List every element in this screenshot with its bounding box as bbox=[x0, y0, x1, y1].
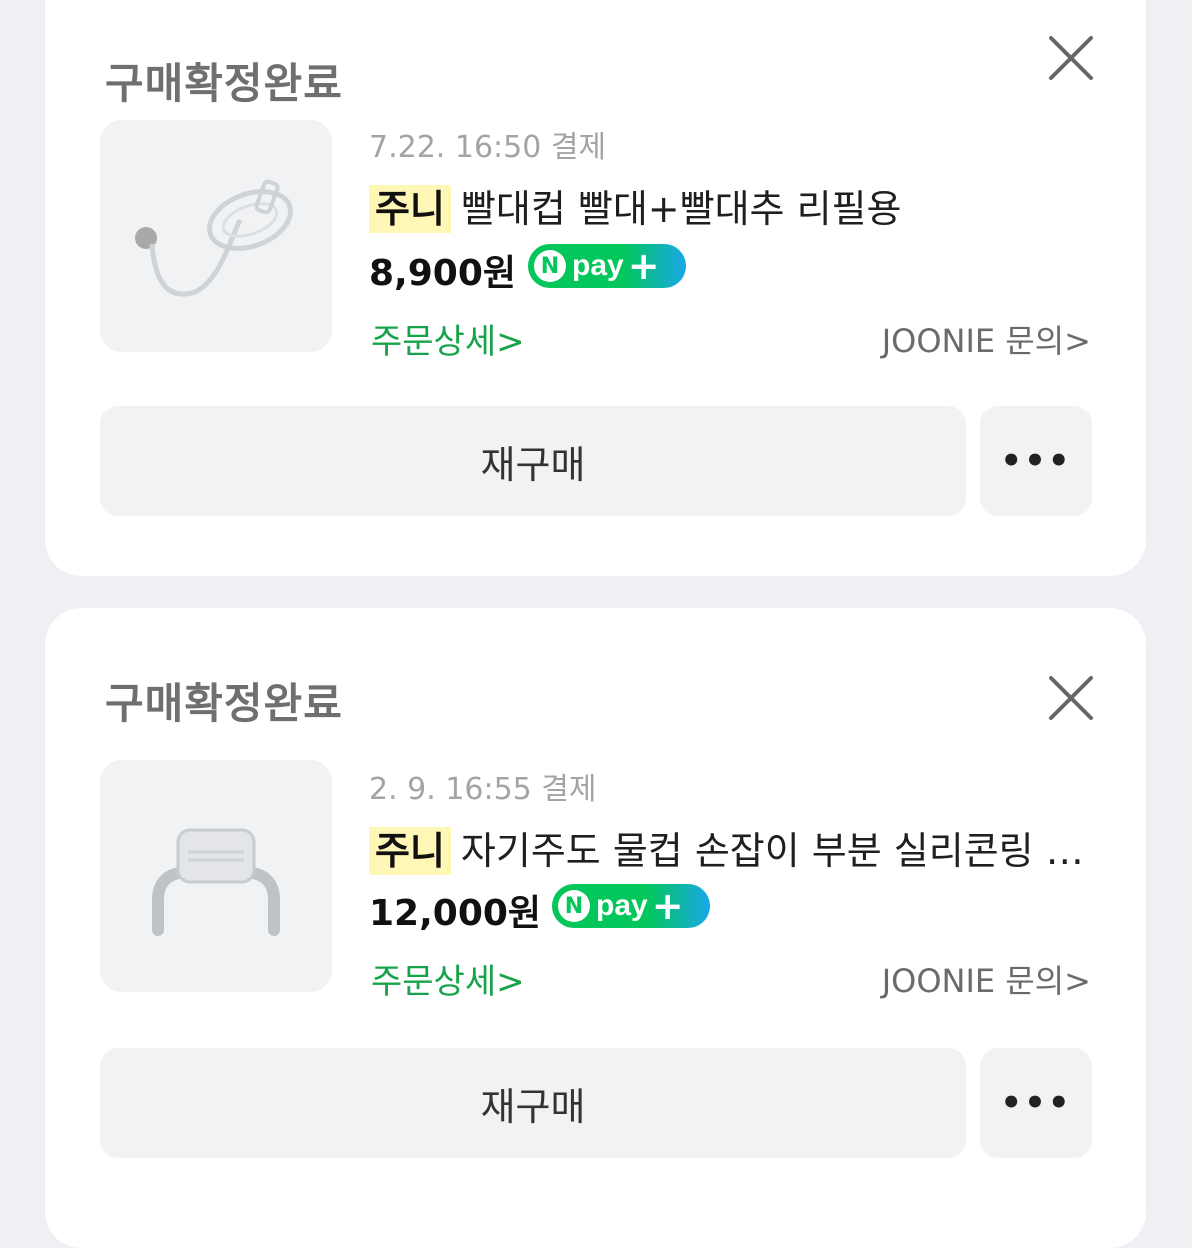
order-detail-link[interactable]: 주문상세> bbox=[371, 314, 525, 363]
product-name: 빨대컵 빨대+빨대추 리필용 bbox=[460, 187, 902, 231]
product-title[interactable]: 주니 자기주도 물컵 손잡이 부분 실리콘링 … bbox=[369, 820, 1084, 875]
cup-handle-image bbox=[152, 828, 280, 936]
close-icon[interactable] bbox=[1045, 672, 1097, 724]
order-card: 구매확정완료 2. 9. 16:55 결제 주니 자기주도 물컵 손잡이 부분 실… bbox=[45, 608, 1146, 1248]
order-detail-link[interactable]: 주문상세> bbox=[371, 954, 525, 1003]
order-status: 구매확정완료 bbox=[105, 59, 343, 108]
rebuy-button[interactable]: 재구매 bbox=[100, 406, 966, 516]
product-thumbnail[interactable] bbox=[100, 120, 332, 352]
brand-label: 주니 bbox=[369, 185, 451, 233]
payment-date: 7.22. 16:50 결제 bbox=[369, 130, 607, 165]
product-price: 8,900원 bbox=[369, 253, 516, 294]
order-card: 구매확정완료 7.22. 16:50 결제 주니 빨대컵 빨대+빨대추 리필용 8… bbox=[45, 0, 1146, 576]
order-status: 구매확정완료 bbox=[105, 679, 343, 728]
npay-text: pay bbox=[572, 249, 624, 282]
npay-text: pay bbox=[596, 889, 648, 922]
product-title[interactable]: 주니 빨대컵 빨대+빨대추 리필용 bbox=[369, 178, 901, 233]
straw-image bbox=[135, 179, 293, 297]
payment-date: 2. 9. 16:55 결제 bbox=[369, 772, 597, 807]
npay-badge-icon: N pay + bbox=[528, 244, 686, 288]
more-horizontal-icon[interactable]: ••• bbox=[980, 406, 1092, 516]
product-name: 자기주도 물컵 손잡이 부분 실리콘링 … bbox=[460, 829, 1084, 873]
close-icon[interactable] bbox=[1045, 32, 1097, 84]
product-thumbnail[interactable] bbox=[100, 760, 332, 992]
rebuy-button[interactable]: 재구매 bbox=[100, 1048, 966, 1158]
more-horizontal-icon[interactable]: ••• bbox=[980, 1048, 1092, 1158]
brand-label: 주니 bbox=[369, 827, 451, 875]
npay-badge-icon: N pay + bbox=[552, 884, 710, 928]
seller-inquiry-link[interactable]: JOONIE 문의> bbox=[882, 956, 1091, 1002]
seller-inquiry-link[interactable]: JOONIE 문의> bbox=[882, 316, 1091, 362]
product-price: 12,000원 bbox=[369, 893, 542, 934]
